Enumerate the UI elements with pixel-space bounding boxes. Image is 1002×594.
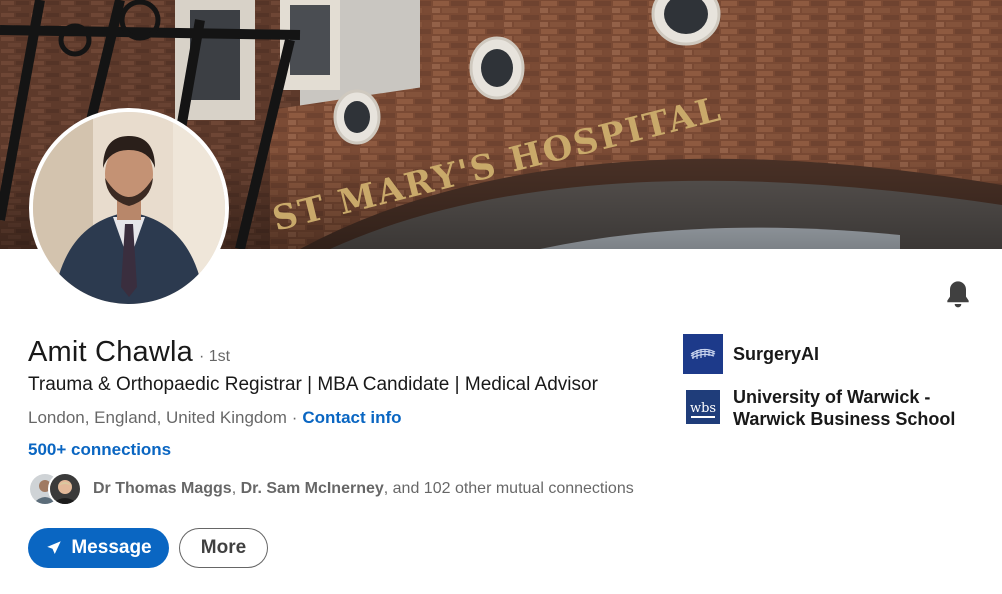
connections-link[interactable]: 500+ connections	[28, 440, 171, 460]
mutual-connections-text: Dr Thomas Maggs, Dr. Sam McInerney, and …	[93, 480, 634, 498]
more-button[interactable]: More	[179, 528, 268, 568]
message-button[interactable]: Message	[28, 528, 169, 568]
org-name-warwick: University of Warwick - Warwick Business…	[733, 387, 956, 429]
mutual-avatar	[48, 472, 82, 506]
mutual-name-2: Dr. Sam McInerney	[240, 480, 384, 497]
contact-info-link[interactable]: Contact info	[302, 408, 401, 428]
send-icon	[47, 541, 62, 554]
mutual-rest: , and 102 other mutual connections	[383, 480, 634, 497]
org-name-surgeryai: SurgeryAI	[733, 344, 820, 364]
profile-avatar[interactable]	[29, 108, 229, 308]
org-surgeryai[interactable]: SurgeryAI	[683, 334, 983, 374]
profile-headline: Trauma & Orthopaedic Registrar | MBA Can…	[28, 374, 598, 395]
surgeryai-logo	[683, 334, 723, 374]
bell-icon[interactable]	[942, 278, 974, 310]
wbs-logo-text: wbs	[690, 401, 716, 416]
org-warwick[interactable]: wbs University of Warwick - Warwick Busi…	[683, 386, 983, 430]
profile-location: London, England, United Kingdom ·	[28, 408, 298, 427]
mutual-connections-link[interactable]: Dr Thomas Maggs, Dr. Sam McInerney, and …	[28, 472, 634, 506]
profile-organizations: SurgeryAI wbs University of Warwick - Wa…	[683, 334, 983, 430]
name-row: Amit Chawla · 1st	[28, 336, 230, 369]
mutual-name-1: Dr Thomas Maggs	[93, 480, 232, 497]
profile-name: Amit Chawla	[28, 336, 193, 368]
mutual-separator: ,	[231, 480, 237, 497]
wbs-logo: wbs	[686, 390, 720, 424]
message-button-label: Message	[71, 537, 152, 558]
connection-degree: · 1st	[198, 348, 231, 365]
more-button-label: More	[200, 537, 247, 558]
mutual-avatars	[28, 472, 84, 506]
location-row: London, England, United Kingdom · Contac…	[28, 408, 402, 428]
